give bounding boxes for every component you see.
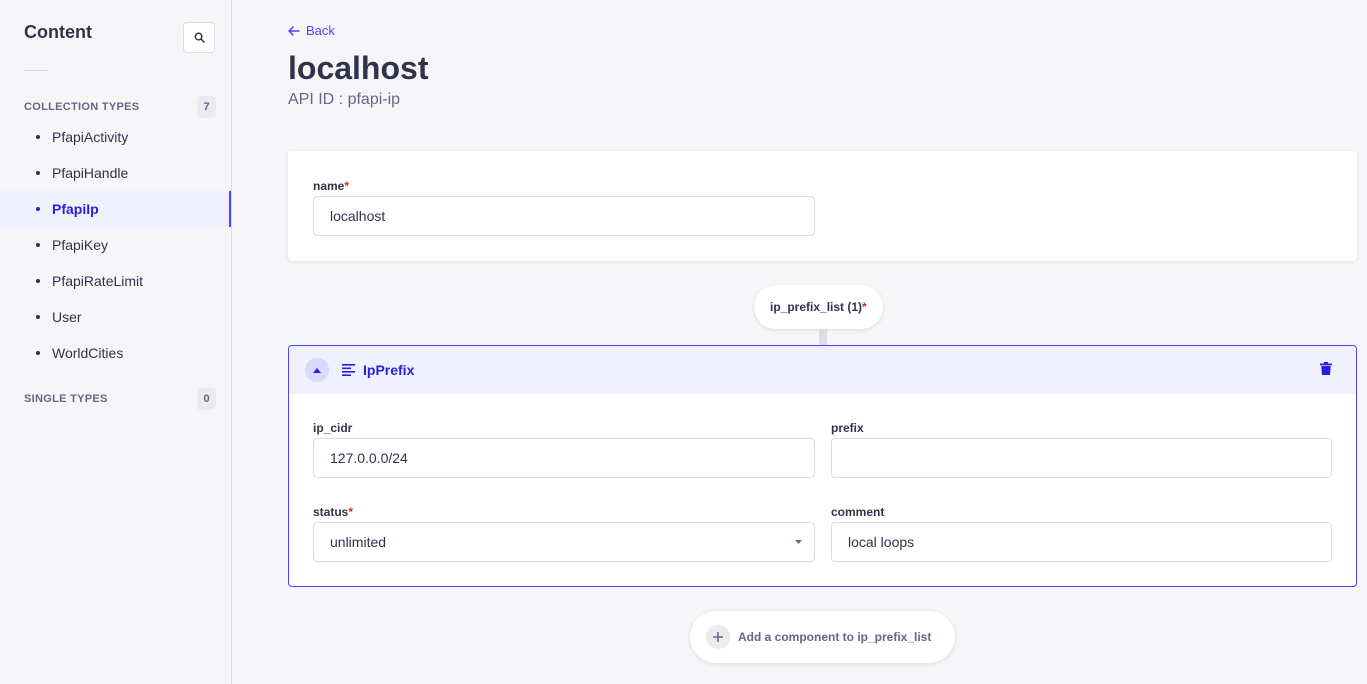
single-types-label: SINGLE TYPES (24, 393, 108, 405)
comment-field-label: comment (831, 503, 884, 521)
status-value: unlimited (330, 534, 387, 550)
collapse-button[interactable] (305, 358, 329, 382)
sidebar-item-pfapiratelimit[interactable]: PfapiRateLimit (0, 263, 231, 299)
bullet-icon (36, 279, 40, 283)
bullet-icon (36, 135, 40, 139)
single-types-count: 0 (197, 388, 216, 410)
sidebar-item-pfapihandle[interactable]: PfapiHandle (0, 155, 231, 191)
bullet-icon (36, 207, 40, 211)
status-select[interactable]: unlimited (313, 522, 815, 562)
name-input[interactable]: localhost (313, 196, 815, 236)
collection-types-header: COLLECTION TYPES 7 (24, 96, 216, 118)
back-label: Back (306, 23, 335, 38)
prefix-field-label: prefix (831, 419, 864, 437)
sidebar-item-label: PfapiRateLimit (52, 273, 144, 289)
sidebar-item-pfapikey[interactable]: PfapiKey (0, 227, 231, 263)
bullet-icon (36, 351, 40, 355)
trash-icon (1320, 362, 1332, 375)
dynamic-zone-connector (819, 329, 827, 345)
dynamic-zone-label: ip_prefix_list (1) * (754, 285, 883, 329)
ip-cidr-input[interactable]: 127.0.0.0/24 (313, 438, 815, 478)
component-name: IpPrefix (363, 362, 415, 378)
ip-cidr-field-label: ip_cidr (313, 419, 352, 437)
name-input-value: localhost (330, 208, 386, 224)
plus-icon (706, 625, 730, 649)
sidebar-item-worldcities[interactable]: WorldCities (0, 335, 231, 371)
sidebar-item-label: PfapiIp (52, 201, 99, 217)
sidebar-item-pfapiip[interactable]: PfapiIp (0, 191, 231, 227)
name-field-label: name* (313, 177, 349, 195)
sidebar-divider (24, 70, 48, 71)
add-component-label: Add a component to ip_prefix_list (738, 630, 932, 644)
search-icon (194, 32, 205, 43)
sidebar-item-label: PfapiHandle (52, 165, 129, 181)
single-types-header: SINGLE TYPES 0 (24, 388, 216, 410)
required-marker: * (862, 300, 867, 314)
page-title: localhost (288, 50, 429, 86)
collection-types-count: 7 (197, 96, 216, 118)
delete-component-button[interactable] (1320, 362, 1332, 380)
comment-input[interactable]: local loops (831, 522, 1332, 562)
arrow-left-icon (288, 25, 300, 36)
status-field-label: status* (313, 503, 353, 521)
sidebar-item-label: PfapiKey (52, 237, 109, 253)
caret-down-icon (795, 540, 802, 544)
ipprefix-component: IpPrefix ip_cidr 127.0.0.0/24 prefix sta… (288, 345, 1357, 587)
sidebar-search-button[interactable] (183, 22, 215, 53)
add-component-button[interactable]: Add a component to ip_prefix_list (690, 611, 955, 663)
sidebar-item-user[interactable]: User (0, 299, 231, 335)
sidebar-title: Content (24, 22, 92, 42)
sidebar-item-label: PfapiActivity (52, 129, 129, 145)
name-card: name* localhost (288, 151, 1357, 261)
component-icon (342, 364, 355, 376)
required-marker: * (348, 505, 354, 519)
comment-value: local loops (848, 534, 915, 550)
ip-cidr-value: 127.0.0.0/24 (330, 450, 408, 466)
collection-types-label: COLLECTION TYPES (24, 101, 140, 113)
dynamic-zone-name: ip_prefix_list (1) (770, 300, 863, 314)
sidebar-item-pfapiactivity[interactable]: PfapiActivity (0, 119, 231, 155)
back-link[interactable]: Back (288, 23, 335, 38)
sidebar: Content COLLECTION TYPES 7 PfapiActivity… (0, 0, 232, 684)
prefix-label: prefix (831, 421, 864, 435)
bullet-icon (36, 243, 40, 247)
bullet-icon (36, 315, 40, 319)
component-header[interactable]: IpPrefix (289, 346, 1356, 394)
name-label: name (313, 179, 345, 193)
prefix-input[interactable] (831, 438, 1332, 478)
sidebar-item-label: WorldCities (52, 345, 124, 361)
status-label: status (313, 505, 349, 519)
sidebar-item-label: User (52, 309, 82, 325)
comment-label: comment (831, 505, 885, 519)
api-id: API ID : pfapi-ip (288, 91, 401, 108)
bullet-icon (36, 171, 40, 175)
ip-cidr-label: ip_cidr (313, 421, 353, 435)
required-marker: * (344, 179, 350, 193)
caret-up-icon (313, 367, 321, 373)
